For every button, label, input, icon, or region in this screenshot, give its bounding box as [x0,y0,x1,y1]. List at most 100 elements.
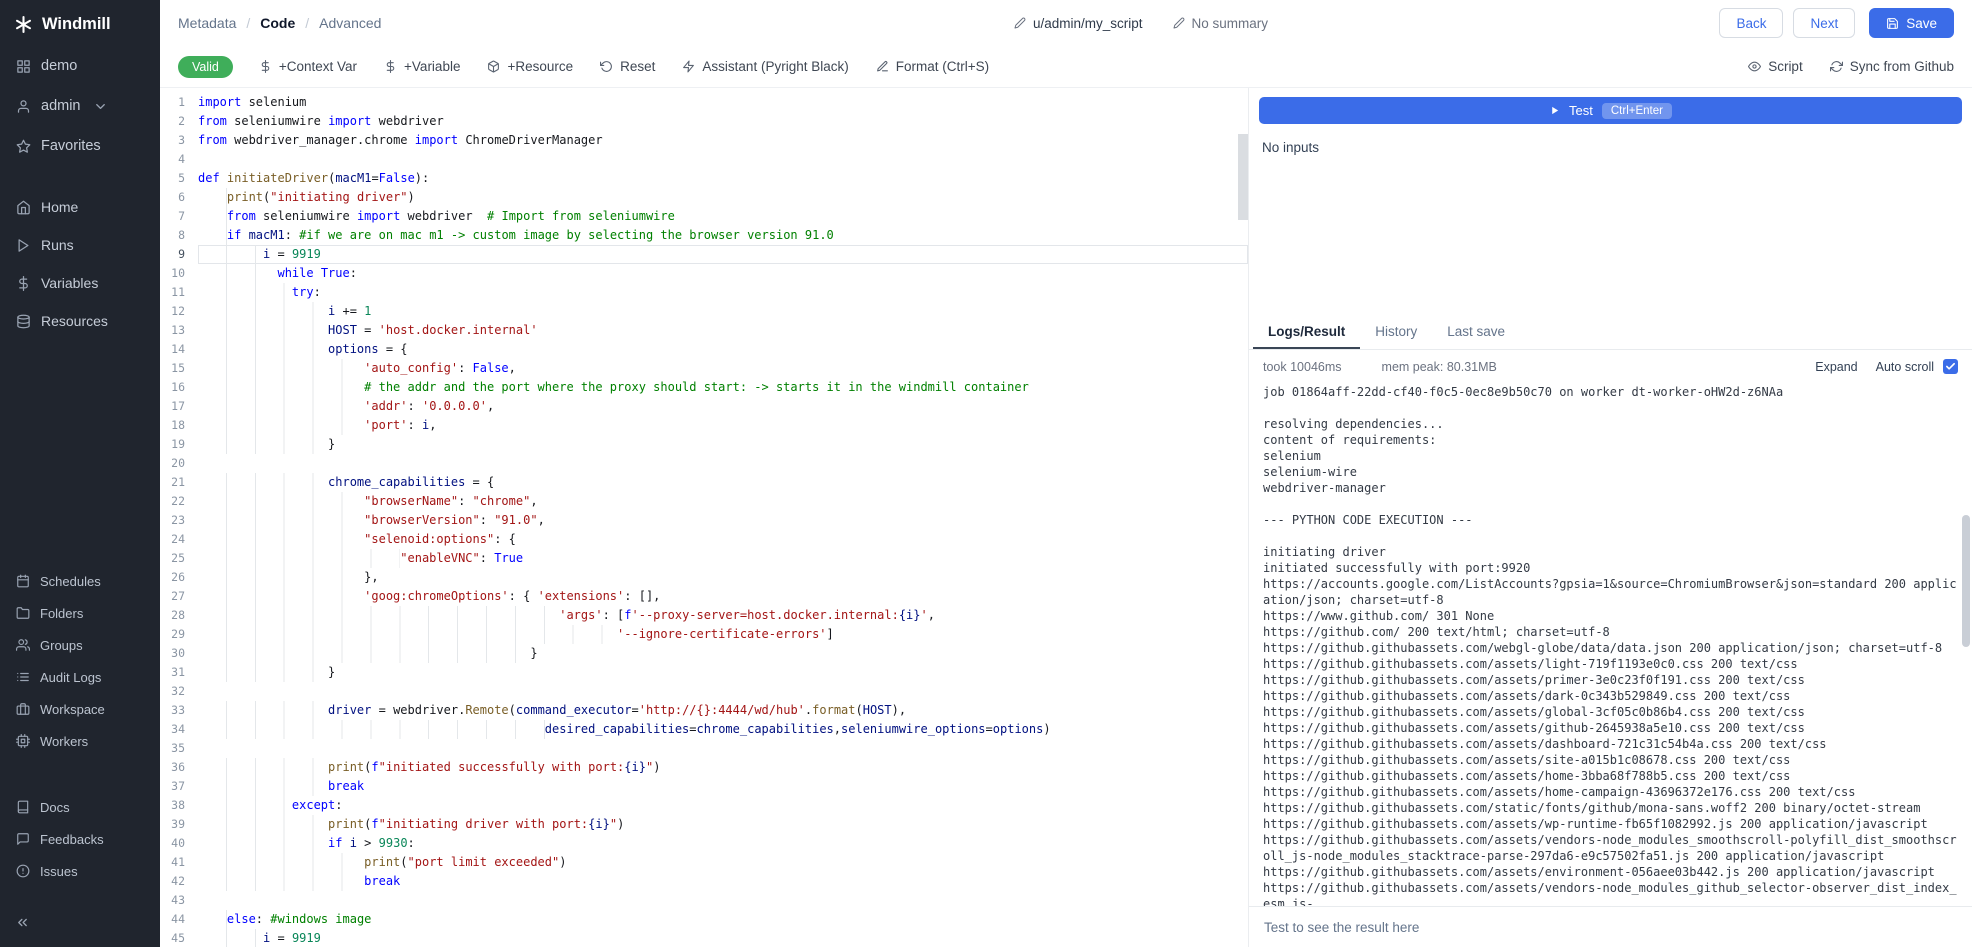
code-line[interactable]: 38except: [160,796,1248,815]
sidebar-item-groups[interactable]: Groups [0,629,160,661]
code-line[interactable]: 45i = 9919 [160,929,1248,947]
tab-code[interactable]: Code [260,15,295,31]
add-variable-button[interactable]: +Variable [384,59,460,74]
windmill-logo[interactable]: Windmill [0,0,160,46]
sidebar-item-workers[interactable]: Workers [0,725,160,757]
log-line: https://github.githubassets.com/assets/w… [1263,816,1958,832]
code-line[interactable]: 16# the addr and the port where the prox… [160,378,1248,397]
code-line[interactable]: 40if i > 9930: [160,834,1248,853]
sidebar-item-resources[interactable]: Resources [0,302,160,340]
code-line[interactable]: 9i = 9919 [160,245,1248,264]
sidebar-item-feedbacks[interactable]: Feedbacks [0,823,160,855]
auto-scroll-checkbox[interactable] [1943,359,1958,374]
auto-scroll-toggle[interactable]: Auto scroll [1876,359,1958,374]
result-tab-history[interactable]: History [1360,316,1432,349]
editor-scrollbar-thumb[interactable] [1238,134,1248,220]
code-line[interactable]: 4 [160,150,1248,169]
code-line[interactable]: 12i += 1 [160,302,1248,321]
sidebar-item-variables[interactable]: Variables [0,264,160,302]
code-line[interactable]: 43 [160,891,1248,910]
code-line[interactable]: 14options = { [160,340,1248,359]
sidebar-item-schedules[interactable]: Schedules [0,565,160,597]
code-line[interactable]: 34desired_capabilities=chrome_capabiliti… [160,720,1248,739]
code-line[interactable]: 29'--ignore-certificate-errors'] [160,625,1248,644]
code-line[interactable]: 23"browserVersion": "91.0", [160,511,1248,530]
code-line[interactable]: 15'auto_config': False, [160,359,1248,378]
code-line[interactable]: 32 [160,682,1248,701]
script-toggle[interactable]: Script [1748,59,1803,74]
test-button[interactable]: Test Ctrl+Enter [1259,97,1962,124]
code-line[interactable]: 27'goog:chromeOptions': { 'extensions': … [160,587,1248,606]
next-button[interactable]: Next [1793,8,1855,38]
sidebar: Windmill demoadminFavorites HomeRunsVari… [0,0,160,947]
code-line[interactable]: 31} [160,663,1248,682]
code-line[interactable]: 22"browserName": "chrome", [160,492,1248,511]
collapse-sidebar-button[interactable] [0,915,160,935]
code-line[interactable]: 1import selenium [160,93,1248,112]
back-button[interactable]: Back [1719,8,1783,38]
code-line[interactable]: 7from seleniumwire import webdriver # Im… [160,207,1248,226]
result-tab-logs-result[interactable]: Logs/Result [1253,316,1360,349]
no-inputs-label: No inputs [1262,140,1959,155]
code-line[interactable]: 6print("initiating driver") [160,188,1248,207]
code-line[interactable]: 2from seleniumwire import webdriver [160,112,1248,131]
code-line[interactable]: 11try: [160,283,1248,302]
code-line-content [198,682,1248,701]
code-line[interactable]: 26}, [160,568,1248,587]
sidebar-item-folders[interactable]: Folders [0,597,160,629]
code-line[interactable]: 24"selenoid:options": { [160,530,1248,549]
code-line-content: from webdriver_manager.chrome import Chr… [198,131,1248,150]
log-output[interactable]: job 01864aff-22dd-cf40-f0c5-0ec8e9b50c70… [1249,378,1972,906]
sidebar-item-favorites[interactable]: Favorites [0,126,160,166]
sidebar-item-audit-logs[interactable]: Audit Logs [0,661,160,693]
expand-button[interactable]: Expand [1815,360,1857,374]
code-line[interactable]: 39print(f"initiating driver with port:{i… [160,815,1248,834]
format-button[interactable]: Format (Ctrl+S) [876,59,989,74]
code-line[interactable]: 8if macM1: #if we are on mac m1 -> custo… [160,226,1248,245]
save-button[interactable]: Save [1869,8,1954,38]
code-line[interactable]: 20 [160,454,1248,473]
code-editor[interactable]: 1import selenium2from seleniumwire impor… [160,88,1248,947]
code-line[interactable]: 44else: #windows image [160,910,1248,929]
sidebar-item-issues[interactable]: Issues [0,855,160,887]
code-line[interactable]: 10while True: [160,264,1248,283]
code-line[interactable]: 42break [160,872,1248,891]
script-path[interactable]: u/admin/my_script [1014,16,1143,31]
sidebar-item-runs[interactable]: Runs [0,226,160,264]
code-line[interactable]: 33driver = webdriver.Remote(command_exec… [160,701,1248,720]
sidebar-item-workspace-selector[interactable]: demo [0,46,160,86]
code-line[interactable]: 28'args': [f'--proxy-server=host.docker.… [160,606,1248,625]
add-resource-button[interactable]: +Resource [487,59,573,74]
code-line[interactable]: 18'port': i, [160,416,1248,435]
code-line[interactable]: 5def initiateDriver(macM1=False): [160,169,1248,188]
code-line-content: print("initiating driver") [198,188,1248,207]
indent-guide [198,644,530,663]
sidebar-item-home[interactable]: Home [0,188,160,226]
line-number: 37 [160,777,198,796]
sync-from-github-button[interactable]: Sync from Github [1830,59,1954,74]
code-line-content: } [198,435,1248,454]
code-line[interactable]: 13HOST = 'host.docker.internal' [160,321,1248,340]
result-tab-last-save[interactable]: Last save [1432,316,1520,349]
code-line[interactable]: 21chrome_capabilities = { [160,473,1248,492]
tab-metadata[interactable]: Metadata [178,15,236,31]
code-line[interactable]: 3from webdriver_manager.chrome import Ch… [160,131,1248,150]
code-line[interactable]: 19} [160,435,1248,454]
assistant-button[interactable]: Assistant (Pyright Black) [682,59,848,74]
code-line[interactable]: 35 [160,739,1248,758]
code-line[interactable]: 37break [160,777,1248,796]
sidebar-item-workspace[interactable]: Workspace [0,693,160,725]
editor-scrollbar[interactable] [1238,88,1248,947]
code-line[interactable]: 36print(f"initiated successfully with po… [160,758,1248,777]
tab-advanced[interactable]: Advanced [319,15,381,31]
code-line[interactable]: 25"enableVNC": True [160,549,1248,568]
sidebar-item-docs[interactable]: Docs [0,791,160,823]
code-line[interactable]: 41print("port limit exceeded") [160,853,1248,872]
add-context-var-button[interactable]: +Context Var [259,59,357,74]
reset-button[interactable]: Reset [600,59,655,74]
code-line[interactable]: 17'addr': '0.0.0.0', [160,397,1248,416]
code-line[interactable]: 30} [160,644,1248,663]
sidebar-item-user-menu[interactable]: admin [0,86,160,126]
logs-scrollbar[interactable] [1962,515,1970,647]
script-summary[interactable]: No summary [1173,16,1269,31]
